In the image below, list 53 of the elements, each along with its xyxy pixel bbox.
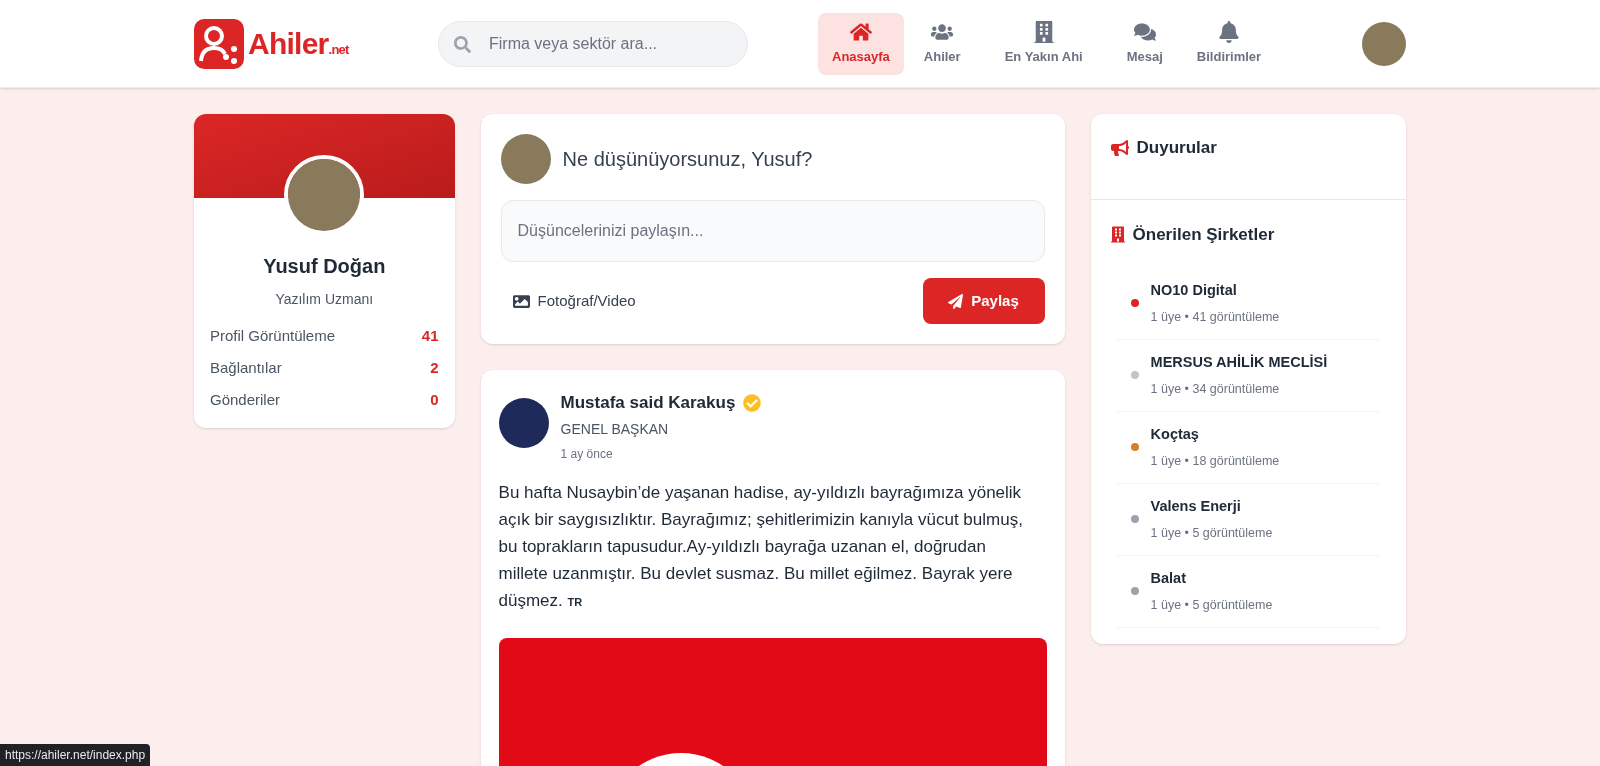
logo-icon [194, 18, 244, 69]
nav-tab[interactable]: Mesaj [1112, 12, 1177, 75]
company-item[interactable]: Balat 1 üye • 5 görüntüleme [1116, 555, 1380, 628]
image-icon [512, 292, 530, 310]
stat-value: 2 [430, 357, 439, 378]
stat-label: Gönderiler [210, 389, 281, 410]
company-meta: 1 üye • 34 görüntüleme [1150, 380, 1281, 398]
company-name: MERSUS AHİLİK MECLİSİ [1150, 352, 1328, 372]
company-meta: 1 üye • 41 görüntüleme [1150, 308, 1280, 326]
company-item[interactable]: NO10 Digital 1 üye • 41 görüntüleme [1116, 267, 1380, 340]
search-field[interactable]: Firma veya sektör ara... [438, 20, 748, 67]
company-name: NO10 Digital [1150, 280, 1238, 300]
search-icon [454, 35, 471, 53]
company-meta: 1 üye • 5 görüntüleme [1150, 596, 1273, 614]
stat-label: Profil Görüntüleme [210, 325, 336, 346]
post-text: Bu hafta Nusaybin’de yaşanan hadise, ay-yıldızlı bayrağımıza yönelik açık bir saygısızlıktır. Bayrağımız; şehitlerimizin kanıyla vücut bulmuş, bu toprakların tapusudur.Ay-yıldızlı bayrağa uzanan el, doğrudan millete uzanmıştır. Bu devlet susmaz. Bu millet eğilmez. Bayrak yere düşmez. TR [498, 481, 1024, 612]
building-icon [1032, 20, 1055, 43]
stat-value: 0 [430, 389, 439, 410]
photo-video-button[interactable]: Fotoğraf/Video [500, 279, 648, 323]
company-item[interactable]: MERSUS AHİLİK MECLİSİ 1 üye • 34 görüntüleme [1116, 339, 1380, 412]
section-title: Önerilen Şirketler [1132, 224, 1275, 246]
company-meta: 1 üye • 18 görüntüleme [1150, 452, 1280, 470]
avatar-placeholder [1362, 21, 1406, 66]
post-author[interactable]: Mustafa said Karakuş [560, 390, 736, 416]
home-icon [849, 20, 872, 43]
profile-title: Yazılım Uzmanı [274, 290, 375, 309]
stat-label: Bağlantılar [210, 357, 282, 378]
nav-tab[interactable]: Ahiler [909, 12, 975, 75]
company-meta: 1 üye • 5 görüntüleme [1150, 524, 1273, 542]
bell-icon [1217, 20, 1240, 43]
megaphone-icon [1110, 138, 1129, 157]
post-input[interactable]: Düşüncelerinizi paylaşın... [500, 200, 1045, 262]
status-bar-url: https://ahiler.net/index.php [0, 744, 151, 766]
post-author-role: GENEL BAŞKAN [560, 419, 670, 439]
post-time: 1 ay önce [560, 445, 614, 463]
profile-name: Yusuf Doğan [262, 254, 387, 279]
nav-tab[interactable]: Anasayfa [818, 12, 904, 75]
stat-value: 41 [421, 325, 439, 346]
company-name: Valens Enerji [1150, 496, 1242, 516]
nav-tab[interactable]: En Yakın Ahi [990, 12, 1097, 75]
building-icon [1110, 226, 1125, 244]
company-name: Balat [1150, 568, 1187, 588]
nav-tab[interactable]: Bildirimler [1182, 12, 1276, 75]
avatar-placeholder [500, 134, 551, 184]
composer-prompt: Ne düşünüyorsunuz, Yusuf? [562, 147, 813, 172]
avatar-placeholder [498, 398, 549, 448]
company-name: Koçtaş [1150, 424, 1200, 444]
share-button[interactable]: Paylaş [922, 278, 1045, 324]
company-item[interactable]: Koçtaş 1 üye • 18 görüntüleme [1116, 411, 1380, 484]
company-item[interactable]: Valens Enerji 1 üye • 5 görüntüleme [1116, 483, 1380, 556]
send-icon [948, 293, 964, 309]
section-title: Duyurular [1136, 136, 1217, 159]
logo-text[interactable]: Ahiler.net [248, 21, 349, 66]
